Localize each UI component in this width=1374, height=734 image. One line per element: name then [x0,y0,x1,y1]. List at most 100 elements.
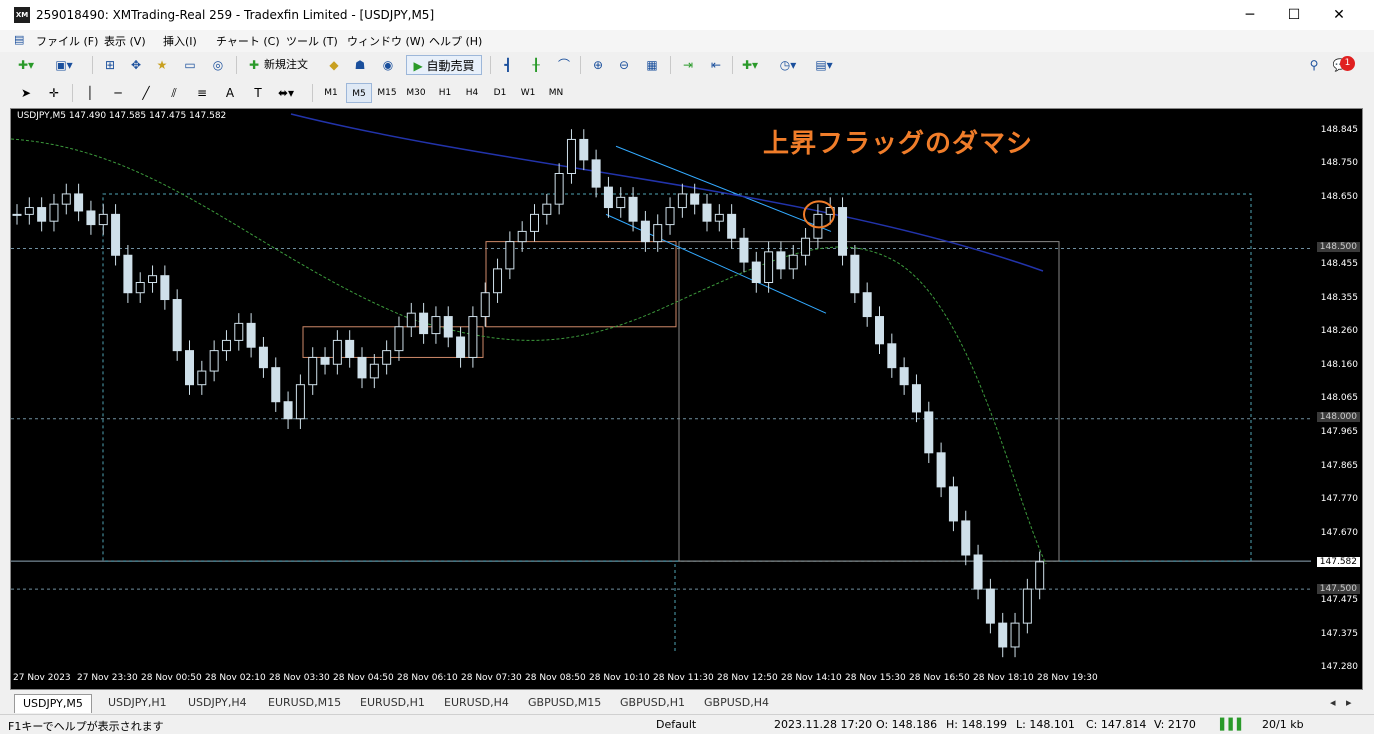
horizontal-line-icon[interactable]: ─ [108,83,128,103]
new-order-icon[interactable]: ✚ [244,55,264,75]
chart-window-icon[interactable]: ▤ [14,33,24,46]
tab-scroll-left-icon[interactable]: ◂ [1326,694,1340,712]
indicators-icon[interactable]: ✚▾ [740,55,760,75]
tab-scroll-right-icon[interactable]: ▸ [1342,694,1356,712]
candle-body [653,224,663,243]
app-icon: XM [14,7,30,23]
drawing-toolbar: ➤ ✛ │ ─ ╱ ⫽ ≡ A T ⬌▾ M1 M5 M15 M30 H1 H4… [0,80,1374,106]
tab-gbpusd-h4[interactable]: GBPUSD,H4 [696,694,777,712]
candle-body [431,316,441,335]
zoom-in-icon[interactable]: ⊕ [588,55,608,75]
menu-window[interactable]: ウィンドウ (W) [347,33,425,49]
price-label: 147.280 [1320,662,1358,672]
candle-body [493,268,503,294]
timeframe-mn[interactable]: MN [543,83,569,103]
status-volume: V: 2170 [1154,718,1196,731]
menu-view[interactable]: 表示 (V) [104,33,146,49]
trendline-icon[interactable]: ╱ [136,83,156,103]
time-label: 28 Nov 18:10 [973,673,1034,683]
chart-area[interactable]: USDJPY,M5 147.490 147.585 147.475 147.58… [10,108,1363,690]
tab-gbpusd-m15[interactable]: GBPUSD,M15 [520,694,609,712]
candle-body [579,138,589,161]
timeframe-m1[interactable]: M1 [318,83,344,103]
equidistant-channel-icon[interactable]: ⫽ [164,83,184,103]
separator [312,84,313,102]
candle-body [788,254,798,270]
menu-chart[interactable]: チャート (C) [216,33,280,49]
auto-trading-button[interactable]: ▶ 自動売買 [406,55,482,75]
tile-windows-icon[interactable]: ▦ [642,55,662,75]
new-order-button[interactable]: 新規注文 [264,55,308,75]
menu-file[interactable]: ファイル (F) [36,33,98,49]
candle-body [998,622,1008,648]
chart-canvas[interactable] [11,109,1362,689]
zoom-out-icon[interactable]: ⊖ [614,55,634,75]
periods-icon[interactable]: ◷▾ [778,55,798,75]
tab-eurusd-m15[interactable]: EURUSD,M15 [260,694,349,712]
autoscroll-icon[interactable]: ⇥ [678,55,698,75]
templates-icon[interactable]: ▤▾ [814,55,834,75]
terminal-icon[interactable]: ▭ [180,55,200,75]
candle-body [209,350,219,372]
price-label: 147.770 [1320,494,1358,504]
candle-body [628,196,638,222]
new-chart-icon[interactable]: ✚▾ [16,55,36,75]
candle-body [542,203,552,215]
candle-body [12,213,22,216]
timeframe-d1[interactable]: D1 [487,83,513,103]
data-window-icon[interactable]: ✥ [126,55,146,75]
menu-help[interactable]: ヘルプ (H) [429,33,482,49]
strategy-tester-icon[interactable]: ◎ [208,55,228,75]
candle-body [111,213,121,256]
cursor-icon[interactable]: ➤ [16,83,36,103]
level-147500-label: 147.500 [1316,584,1360,594]
close-button[interactable]: ✕ [1316,0,1362,30]
search-icon[interactable]: ⚲ [1304,55,1324,75]
candle-body [505,241,515,270]
timeframe-m30[interactable]: M30 [403,83,429,103]
candle-body [148,275,158,283]
candle-body [468,316,478,358]
tab-usdjpy-h1[interactable]: USDJPY,H1 [100,694,175,712]
timeframe-h1[interactable]: H1 [432,83,458,103]
menu-insert[interactable]: 挿入(I) [163,33,197,49]
time-label: 28 Nov 08:50 [525,673,586,683]
metaeditor-icon[interactable]: ◆ [324,55,344,75]
timeframe-h4[interactable]: H4 [459,83,485,103]
vps-icon[interactable]: ◉ [378,55,398,75]
tab-eurusd-h4[interactable]: EURUSD,H4 [436,694,517,712]
menu-tools[interactable]: ツール (T) [286,33,338,49]
line-chart-icon[interactable]: ⌒ [554,55,574,75]
tab-usdjpy-m5[interactable]: USDJPY,M5 [14,694,92,713]
candlestick-icon[interactable]: ╂ [526,55,546,75]
candle-body [172,299,182,352]
bar-chart-icon[interactable]: ┫ [498,55,518,75]
timeframe-m5[interactable]: M5 [346,83,372,103]
candle-body [160,275,170,301]
profiles-icon[interactable]: ▣▾ [54,55,74,75]
chart-shift-icon[interactable]: ⇤ [706,55,726,75]
timeframe-w1[interactable]: W1 [515,83,541,103]
arrows-icon[interactable]: ⬌▾ [276,83,296,103]
candle-body [603,186,613,209]
crosshair-icon[interactable]: ✛ [44,83,64,103]
timeframe-m15[interactable]: M15 [374,83,400,103]
text-label-icon[interactable]: T [248,83,268,103]
market-watch-icon[interactable]: ⊞ [100,55,120,75]
candle-body [936,452,946,488]
fibonacci-icon[interactable]: ≡ [192,83,212,103]
status-close: C: 147.814 [1086,718,1147,731]
maximize-button[interactable]: ☐ [1271,0,1317,30]
text-icon[interactable]: A [220,83,240,103]
candle-body [369,363,379,379]
signals-icon[interactable]: ☗ [350,55,370,75]
vertical-line-icon[interactable]: │ [80,83,100,103]
candle-body [665,207,675,226]
navigator-icon[interactable]: ★ [152,55,172,75]
candle-body [1022,588,1032,624]
tab-eurusd-h1[interactable]: EURUSD,H1 [352,694,433,712]
minimize-button[interactable]: ─ [1227,0,1273,30]
tab-gbpusd-h1[interactable]: GBPUSD,H1 [612,694,693,712]
tab-usdjpy-h4[interactable]: USDJPY,H4 [180,694,255,712]
candle-body [74,193,84,212]
